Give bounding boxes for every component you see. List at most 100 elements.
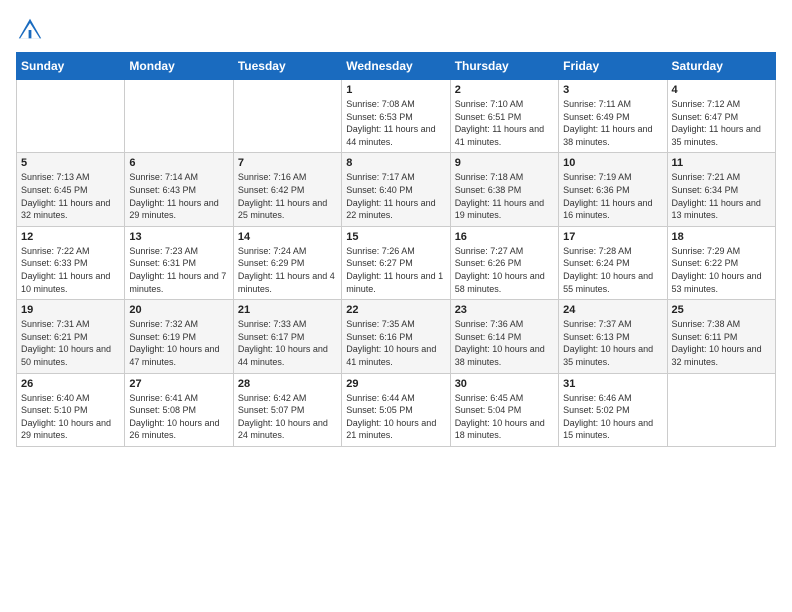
day-info: Sunrise: 7:18 AM Sunset: 6:38 PM Dayligh…	[455, 171, 554, 221]
day-number: 16	[455, 231, 554, 243]
week-row-5: 26 Sunrise: 6:40 AM Sunset: 5:10 PM Dayli…	[17, 373, 776, 446]
day-number: 18	[672, 231, 771, 243]
day-number: 7	[238, 157, 337, 169]
calendar-cell: 9 Sunrise: 7:18 AM Sunset: 6:38 PM Daylig…	[450, 153, 558, 226]
calendar-cell: 14 Sunrise: 7:24 AM Sunset: 6:29 PM Dayli…	[233, 226, 341, 299]
week-row-4: 19 Sunrise: 7:31 AM Sunset: 6:21 PM Dayli…	[17, 300, 776, 373]
day-info: Sunrise: 7:17 AM Sunset: 6:40 PM Dayligh…	[346, 171, 445, 221]
calendar-cell: 4Sunrise: 7:12 AM Sunset: 6:47 PM Daylig…	[667, 80, 775, 153]
day-info: Sunrise: 7:12 AM Sunset: 6:47 PM Dayligh…	[672, 98, 771, 148]
calendar-cell: 25Sunrise: 7:38 AM Sunset: 6:11 PM Dayli…	[667, 300, 775, 373]
week-row-2: 5Sunrise: 7:13 AM Sunset: 6:45 PM Daylig…	[17, 153, 776, 226]
day-number: 21	[238, 304, 337, 316]
day-info: Sunrise: 6:41 AM Sunset: 5:08 PM Dayligh…	[129, 392, 228, 442]
day-info: Sunrise: 7:38 AM Sunset: 6:11 PM Dayligh…	[672, 318, 771, 368]
day-info: Sunrise: 7:36 AM Sunset: 6:14 PM Dayligh…	[455, 318, 554, 368]
logo	[16, 16, 48, 44]
day-number: 27	[129, 378, 228, 390]
calendar-cell: 6 Sunrise: 7:14 AM Sunset: 6:43 PM Daylig…	[125, 153, 233, 226]
day-info: Sunrise: 7:26 AM Sunset: 6:27 PM Dayligh…	[346, 245, 445, 295]
calendar-cell	[17, 80, 125, 153]
calendar-cell: 11Sunrise: 7:21 AM Sunset: 6:34 PM Dayli…	[667, 153, 775, 226]
day-number: 20	[129, 304, 228, 316]
day-info: Sunrise: 7:19 AM Sunset: 6:36 PM Dayligh…	[563, 171, 662, 221]
day-number: 5	[21, 157, 120, 169]
calendar: SundayMondayTuesdayWednesdayThursdayFrid…	[16, 52, 776, 447]
day-info: Sunrise: 7:16 AM Sunset: 6:42 PM Dayligh…	[238, 171, 337, 221]
calendar-cell: 30 Sunrise: 6:45 AM Sunset: 5:04 PM Dayli…	[450, 373, 558, 446]
day-number: 8	[346, 157, 445, 169]
day-number: 12	[21, 231, 120, 243]
week-row-1: 1 Sunrise: 7:08 AM Sunset: 6:53 PM Daylig…	[17, 80, 776, 153]
day-number: 9	[455, 157, 554, 169]
day-info: Sunrise: 7:35 AM Sunset: 6:16 PM Dayligh…	[346, 318, 445, 368]
calendar-cell: 13 Sunrise: 7:23 AM Sunset: 6:31 PM Dayli…	[125, 226, 233, 299]
calendar-cell: 16 Sunrise: 7:27 AM Sunset: 6:26 PM Dayli…	[450, 226, 558, 299]
day-number: 17	[563, 231, 662, 243]
weekday-header-friday: Friday	[559, 53, 667, 80]
calendar-cell: 29Sunrise: 6:44 AM Sunset: 5:05 PM Dayli…	[342, 373, 450, 446]
day-number: 30	[455, 378, 554, 390]
calendar-cell: 2Sunrise: 7:10 AM Sunset: 6:51 PM Daylig…	[450, 80, 558, 153]
day-info: Sunrise: 7:24 AM Sunset: 6:29 PM Dayligh…	[238, 245, 337, 295]
day-info: Sunrise: 7:37 AM Sunset: 6:13 PM Dayligh…	[563, 318, 662, 368]
calendar-cell	[125, 80, 233, 153]
calendar-cell: 31Sunrise: 6:46 AM Sunset: 5:02 PM Dayli…	[559, 373, 667, 446]
day-info: Sunrise: 7:11 AM Sunset: 6:49 PM Dayligh…	[563, 98, 662, 148]
day-info: Sunrise: 7:08 AM Sunset: 6:53 PM Dayligh…	[346, 98, 445, 148]
calendar-cell: 26 Sunrise: 6:40 AM Sunset: 5:10 PM Dayli…	[17, 373, 125, 446]
calendar-cell: 23 Sunrise: 7:36 AM Sunset: 6:14 PM Dayli…	[450, 300, 558, 373]
calendar-cell: 1 Sunrise: 7:08 AM Sunset: 6:53 PM Daylig…	[342, 80, 450, 153]
day-info: Sunrise: 7:14 AM Sunset: 6:43 PM Dayligh…	[129, 171, 228, 221]
day-info: Sunrise: 6:40 AM Sunset: 5:10 PM Dayligh…	[21, 392, 120, 442]
calendar-cell: 27 Sunrise: 6:41 AM Sunset: 5:08 PM Dayli…	[125, 373, 233, 446]
calendar-cell	[667, 373, 775, 446]
day-info: Sunrise: 7:22 AM Sunset: 6:33 PM Dayligh…	[21, 245, 120, 295]
day-info: Sunrise: 6:45 AM Sunset: 5:04 PM Dayligh…	[455, 392, 554, 442]
day-number: 24	[563, 304, 662, 316]
calendar-cell: 8 Sunrise: 7:17 AM Sunset: 6:40 PM Daylig…	[342, 153, 450, 226]
calendar-cell: 7 Sunrise: 7:16 AM Sunset: 6:42 PM Daylig…	[233, 153, 341, 226]
calendar-cell: 24 Sunrise: 7:37 AM Sunset: 6:13 PM Dayli…	[559, 300, 667, 373]
day-number: 10	[563, 157, 662, 169]
calendar-cell: 18 Sunrise: 7:29 AM Sunset: 6:22 PM Dayli…	[667, 226, 775, 299]
weekday-header-thursday: Thursday	[450, 53, 558, 80]
calendar-cell: 17 Sunrise: 7:28 AM Sunset: 6:24 PM Dayli…	[559, 226, 667, 299]
day-info: Sunrise: 7:29 AM Sunset: 6:22 PM Dayligh…	[672, 245, 771, 295]
calendar-cell: 20 Sunrise: 7:32 AM Sunset: 6:19 PM Dayli…	[125, 300, 233, 373]
day-info: Sunrise: 7:31 AM Sunset: 6:21 PM Dayligh…	[21, 318, 120, 368]
day-number: 22	[346, 304, 445, 316]
day-info: Sunrise: 6:42 AM Sunset: 5:07 PM Dayligh…	[238, 392, 337, 442]
calendar-cell: 21 Sunrise: 7:33 AM Sunset: 6:17 PM Dayli…	[233, 300, 341, 373]
day-info: Sunrise: 7:28 AM Sunset: 6:24 PM Dayligh…	[563, 245, 662, 295]
day-info: Sunrise: 7:33 AM Sunset: 6:17 PM Dayligh…	[238, 318, 337, 368]
day-number: 6	[129, 157, 228, 169]
calendar-cell: 15 Sunrise: 7:26 AM Sunset: 6:27 PM Dayli…	[342, 226, 450, 299]
calendar-cell: 5Sunrise: 7:13 AM Sunset: 6:45 PM Daylig…	[17, 153, 125, 226]
calendar-cell: 10 Sunrise: 7:19 AM Sunset: 6:36 PM Dayli…	[559, 153, 667, 226]
logo-icon	[16, 16, 44, 44]
calendar-cell: 3 Sunrise: 7:11 AM Sunset: 6:49 PM Daylig…	[559, 80, 667, 153]
day-number: 19	[21, 304, 120, 316]
day-number: 13	[129, 231, 228, 243]
calendar-cell: 28Sunrise: 6:42 AM Sunset: 5:07 PM Dayli…	[233, 373, 341, 446]
weekday-header-tuesday: Tuesday	[233, 53, 341, 80]
day-info: Sunrise: 7:27 AM Sunset: 6:26 PM Dayligh…	[455, 245, 554, 295]
calendar-cell: 12 Sunrise: 7:22 AM Sunset: 6:33 PM Dayli…	[17, 226, 125, 299]
day-info: Sunrise: 7:23 AM Sunset: 6:31 PM Dayligh…	[129, 245, 228, 295]
day-number: 1	[346, 84, 445, 96]
day-number: 11	[672, 157, 771, 169]
day-number: 14	[238, 231, 337, 243]
calendar-cell: 22 Sunrise: 7:35 AM Sunset: 6:16 PM Dayli…	[342, 300, 450, 373]
day-number: 26	[21, 378, 120, 390]
day-info: Sunrise: 7:32 AM Sunset: 6:19 PM Dayligh…	[129, 318, 228, 368]
day-number: 23	[455, 304, 554, 316]
calendar-cell: 19 Sunrise: 7:31 AM Sunset: 6:21 PM Dayli…	[17, 300, 125, 373]
day-info: Sunrise: 6:44 AM Sunset: 5:05 PM Dayligh…	[346, 392, 445, 442]
day-info: Sunrise: 7:10 AM Sunset: 6:51 PM Dayligh…	[455, 98, 554, 148]
calendar-cell	[233, 80, 341, 153]
day-number: 3	[563, 84, 662, 96]
weekday-header-saturday: Saturday	[667, 53, 775, 80]
day-number: 15	[346, 231, 445, 243]
weekday-header-monday: Monday	[125, 53, 233, 80]
